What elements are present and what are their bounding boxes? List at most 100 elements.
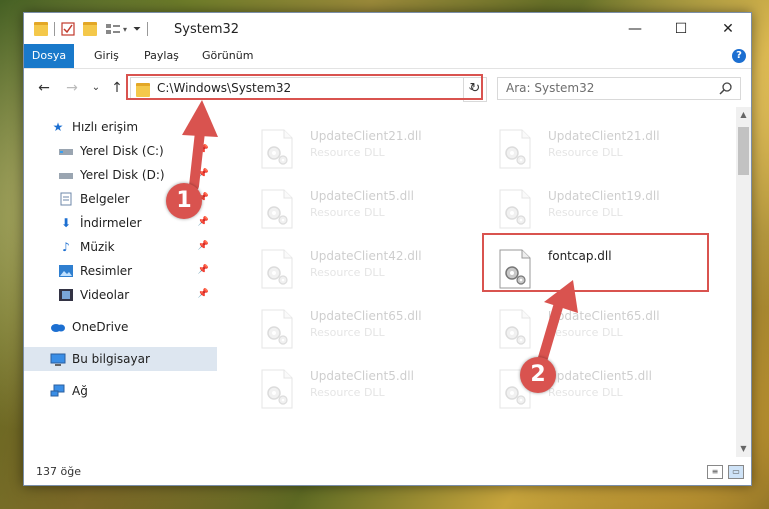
- tab-view[interactable]: Görünüm: [192, 44, 263, 68]
- recent-locations-button[interactable]: ⌄: [86, 79, 106, 97]
- file-name: UpdateClient65.dll: [548, 309, 660, 323]
- sidebar-item-label: Belgeler: [80, 192, 130, 206]
- pin-icon[interactable]: 📌: [198, 217, 209, 227]
- customize-toolbar-icon[interactable]: ⏷: [133, 24, 141, 35]
- tab-home[interactable]: Giriş: [84, 44, 129, 68]
- back-button[interactable]: ←: [34, 79, 54, 97]
- help-icon[interactable]: ?: [732, 49, 746, 63]
- file-name: UpdateClient5.dll: [310, 369, 414, 383]
- large-icons-view-icon[interactable]: ▭: [728, 465, 744, 479]
- star-icon: ★: [52, 120, 64, 134]
- file-item[interactable]: UpdateClient5.dll Resource DLL: [480, 359, 700, 411]
- view-options-icon[interactable]: [105, 22, 121, 36]
- file-item[interactable]: UpdateClient21.dll Resource DLL: [480, 119, 700, 171]
- network-icon: [50, 384, 66, 398]
- file-item[interactable]: UpdateClient19.dll Resource DLL: [480, 179, 700, 231]
- window-title: System32: [174, 22, 240, 37]
- pin-icon[interactable]: 📌: [198, 289, 209, 299]
- dll-file-icon: [499, 189, 531, 229]
- sidebar-item-label: Yerel Disk (D:): [80, 168, 165, 182]
- tab-share[interactable]: Paylaş: [134, 44, 189, 68]
- address-highlight-box: [126, 74, 483, 100]
- file-name: UpdateClient21.dll: [548, 129, 660, 143]
- navigation-pane: ★ Hızlı erişim Yerel Disk (C:) 📌 Yerel D…: [24, 113, 217, 451]
- file-name: UpdateClient5.dll: [548, 369, 652, 383]
- sidebar-item-label: Hızlı erişim: [72, 120, 139, 134]
- drive-icon: [58, 144, 74, 158]
- sidebar-item-label: Bu bilgisayar: [72, 352, 150, 366]
- up-button[interactable]: ↑: [107, 79, 127, 97]
- file-type: Resource DLL: [310, 146, 385, 159]
- pictures-icon: [58, 264, 74, 278]
- search-icon[interactable]: [719, 81, 733, 95]
- dll-file-icon: [261, 309, 293, 349]
- maximize-button[interactable]: ☐: [658, 13, 704, 44]
- file-name: UpdateClient42.dll: [310, 249, 422, 263]
- sidebar-item-music[interactable]: ♪ Müzik 📌: [24, 235, 217, 259]
- file-type: Resource DLL: [310, 206, 385, 219]
- computer-icon: [50, 352, 66, 366]
- scroll-thumb[interactable]: [738, 127, 749, 175]
- file-type: Resource DLL: [310, 266, 385, 279]
- navigation-bar: ← → ⌄ ↑ C:\Windows\System32 ⌄ ↻ Ara: Sys…: [24, 69, 751, 107]
- close-button[interactable]: ✕: [705, 13, 751, 44]
- new-folder-icon[interactable]: [83, 22, 97, 36]
- file-item[interactable]: UpdateClient42.dll Resource DLL: [242, 239, 462, 291]
- file-type: Resource DLL: [310, 386, 385, 399]
- scroll-up-icon[interactable]: ▲: [736, 107, 751, 123]
- pin-icon[interactable]: 📌: [198, 241, 209, 251]
- annotation-marker-1: 1: [166, 183, 202, 219]
- file-item[interactable]: UpdateClient65.dll Resource DLL: [242, 299, 462, 351]
- chevron-down-icon[interactable]: ▾: [123, 25, 127, 34]
- file-type: Resource DLL: [548, 146, 623, 159]
- file-item[interactable]: UpdateClient5.dll Resource DLL: [242, 179, 462, 231]
- quick-access-toolbar: ▾ ⏷: [34, 21, 154, 37]
- sidebar-item-this-pc[interactable]: Bu bilgisayar: [24, 347, 217, 371]
- folder-icon[interactable]: [34, 22, 48, 36]
- pin-icon[interactable]: 📌: [198, 145, 209, 155]
- minimize-button[interactable]: —: [612, 13, 658, 44]
- pin-icon[interactable]: 📌: [198, 169, 209, 179]
- properties-icon[interactable]: [61, 22, 75, 36]
- file-name: UpdateClient21.dll: [310, 129, 422, 143]
- dll-file-icon: [261, 249, 293, 289]
- file-name: UpdateClient65.dll: [310, 309, 422, 323]
- scroll-down-icon[interactable]: ▼: [736, 441, 751, 457]
- dll-file-icon: [261, 189, 293, 229]
- dll-file-icon: [499, 309, 531, 349]
- cloud-icon: [50, 320, 66, 334]
- search-box[interactable]: Ara: System32: [497, 77, 741, 100]
- sidebar-item-pictures[interactable]: Resimler 📌: [24, 259, 217, 283]
- file-explorer-window: ▾ ⏷ System32 — ☐ ✕ Dosya Giriş Paylaş Gö…: [23, 12, 752, 486]
- sidebar-item-label: Yerel Disk (C:): [80, 144, 164, 158]
- dll-file-icon: [499, 129, 531, 169]
- sidebar-item-network[interactable]: Ağ: [24, 379, 217, 403]
- toolbar-separator: [54, 22, 55, 36]
- sidebar-item-label: Resimler: [80, 264, 133, 278]
- sidebar-item-label: İndirmeler: [80, 216, 142, 230]
- title-bar: ▾ ⏷ System32 — ☐ ✕: [24, 13, 751, 44]
- sidebar-item-label: OneDrive: [72, 320, 129, 334]
- pin-icon[interactable]: 📌: [198, 265, 209, 275]
- sidebar-item-videos[interactable]: Videolar 📌: [24, 283, 217, 307]
- status-bar: 137 öğe ≡ ▭: [24, 459, 751, 485]
- file-name: UpdateClient19.dll: [548, 189, 660, 203]
- music-icon: ♪: [62, 240, 70, 254]
- tab-file[interactable]: Dosya: [24, 44, 74, 68]
- sidebar-item-quick-access[interactable]: ★ Hızlı erişim: [24, 115, 217, 139]
- sidebar-item-label: Ağ: [72, 384, 88, 398]
- sidebar-item-c-drive[interactable]: Yerel Disk (C:) 📌: [24, 139, 217, 163]
- file-item[interactable]: UpdateClient21.dll Resource DLL: [242, 119, 462, 171]
- file-item[interactable]: UpdateClient5.dll Resource DLL: [242, 359, 462, 411]
- search-placeholder[interactable]: Ara: System32: [506, 81, 594, 95]
- toolbar-separator: [147, 22, 149, 36]
- file-type: Resource DLL: [310, 326, 385, 339]
- file-item[interactable]: UpdateClient65.dll Resource DLL: [480, 299, 700, 351]
- item-count: 137 öğe: [36, 465, 81, 478]
- vertical-scrollbar[interactable]: ▲ ▼: [736, 107, 751, 457]
- sidebar-item-onedrive[interactable]: OneDrive: [24, 315, 217, 339]
- forward-button[interactable]: →: [62, 79, 82, 97]
- file-highlight-box: [482, 233, 709, 292]
- details-view-icon[interactable]: ≡: [707, 465, 723, 479]
- annotation-marker-2: 2: [520, 357, 556, 393]
